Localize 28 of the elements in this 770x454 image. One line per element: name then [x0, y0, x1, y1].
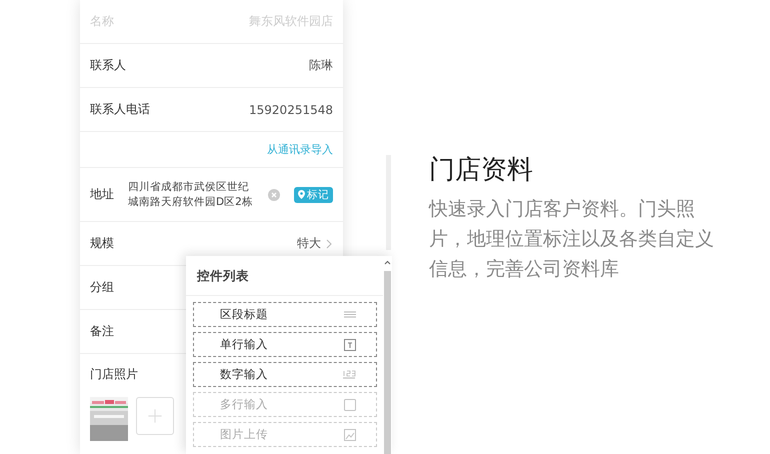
control-item[interactable]: 单行输入: [193, 332, 377, 357]
panel-title: 控件列表: [197, 268, 250, 285]
field-label: 规模: [90, 235, 114, 252]
control-item[interactable]: 数字输入: [193, 362, 377, 387]
image-control-icon: [344, 428, 356, 440]
text-control-icon: [344, 338, 356, 350]
field-value[interactable]: 特大: [297, 235, 321, 252]
textarea-control-icon: [344, 398, 356, 410]
field-label: 地址: [90, 186, 114, 203]
scroll-up-icon[interactable]: [384, 260, 391, 265]
field-label: 门店照片: [90, 367, 138, 381]
field-label: 联系人: [90, 57, 126, 74]
field-label: 联系人电话: [90, 101, 150, 118]
number-control-icon: [342, 368, 356, 380]
control-item[interactable]: 区段标题: [193, 302, 377, 327]
address-value[interactable]: 四川省成都市武侯区世纪城南路天府软件园D区2栋: [128, 180, 254, 210]
scrollbar-thumb[interactable]: [384, 271, 391, 454]
clear-icon[interactable]: [268, 188, 280, 200]
section-description: 快速录入门店客户资料。门头照片，地理位置标注以及各类自定义信息，完善公司资料库: [429, 197, 715, 282]
field-label: 备注: [90, 323, 114, 340]
section-title: 门店资料: [429, 154, 534, 186]
field-value[interactable]: 陈琳: [309, 57, 333, 74]
field-label: 分组: [90, 279, 114, 296]
add-photo-icon[interactable]: [136, 397, 174, 435]
title-control-icon: [344, 311, 356, 318]
location-pin-icon: [298, 190, 305, 199]
chevron-icon[interactable]: [325, 238, 333, 248]
field-value[interactable]: 15920251548: [249, 102, 333, 116]
